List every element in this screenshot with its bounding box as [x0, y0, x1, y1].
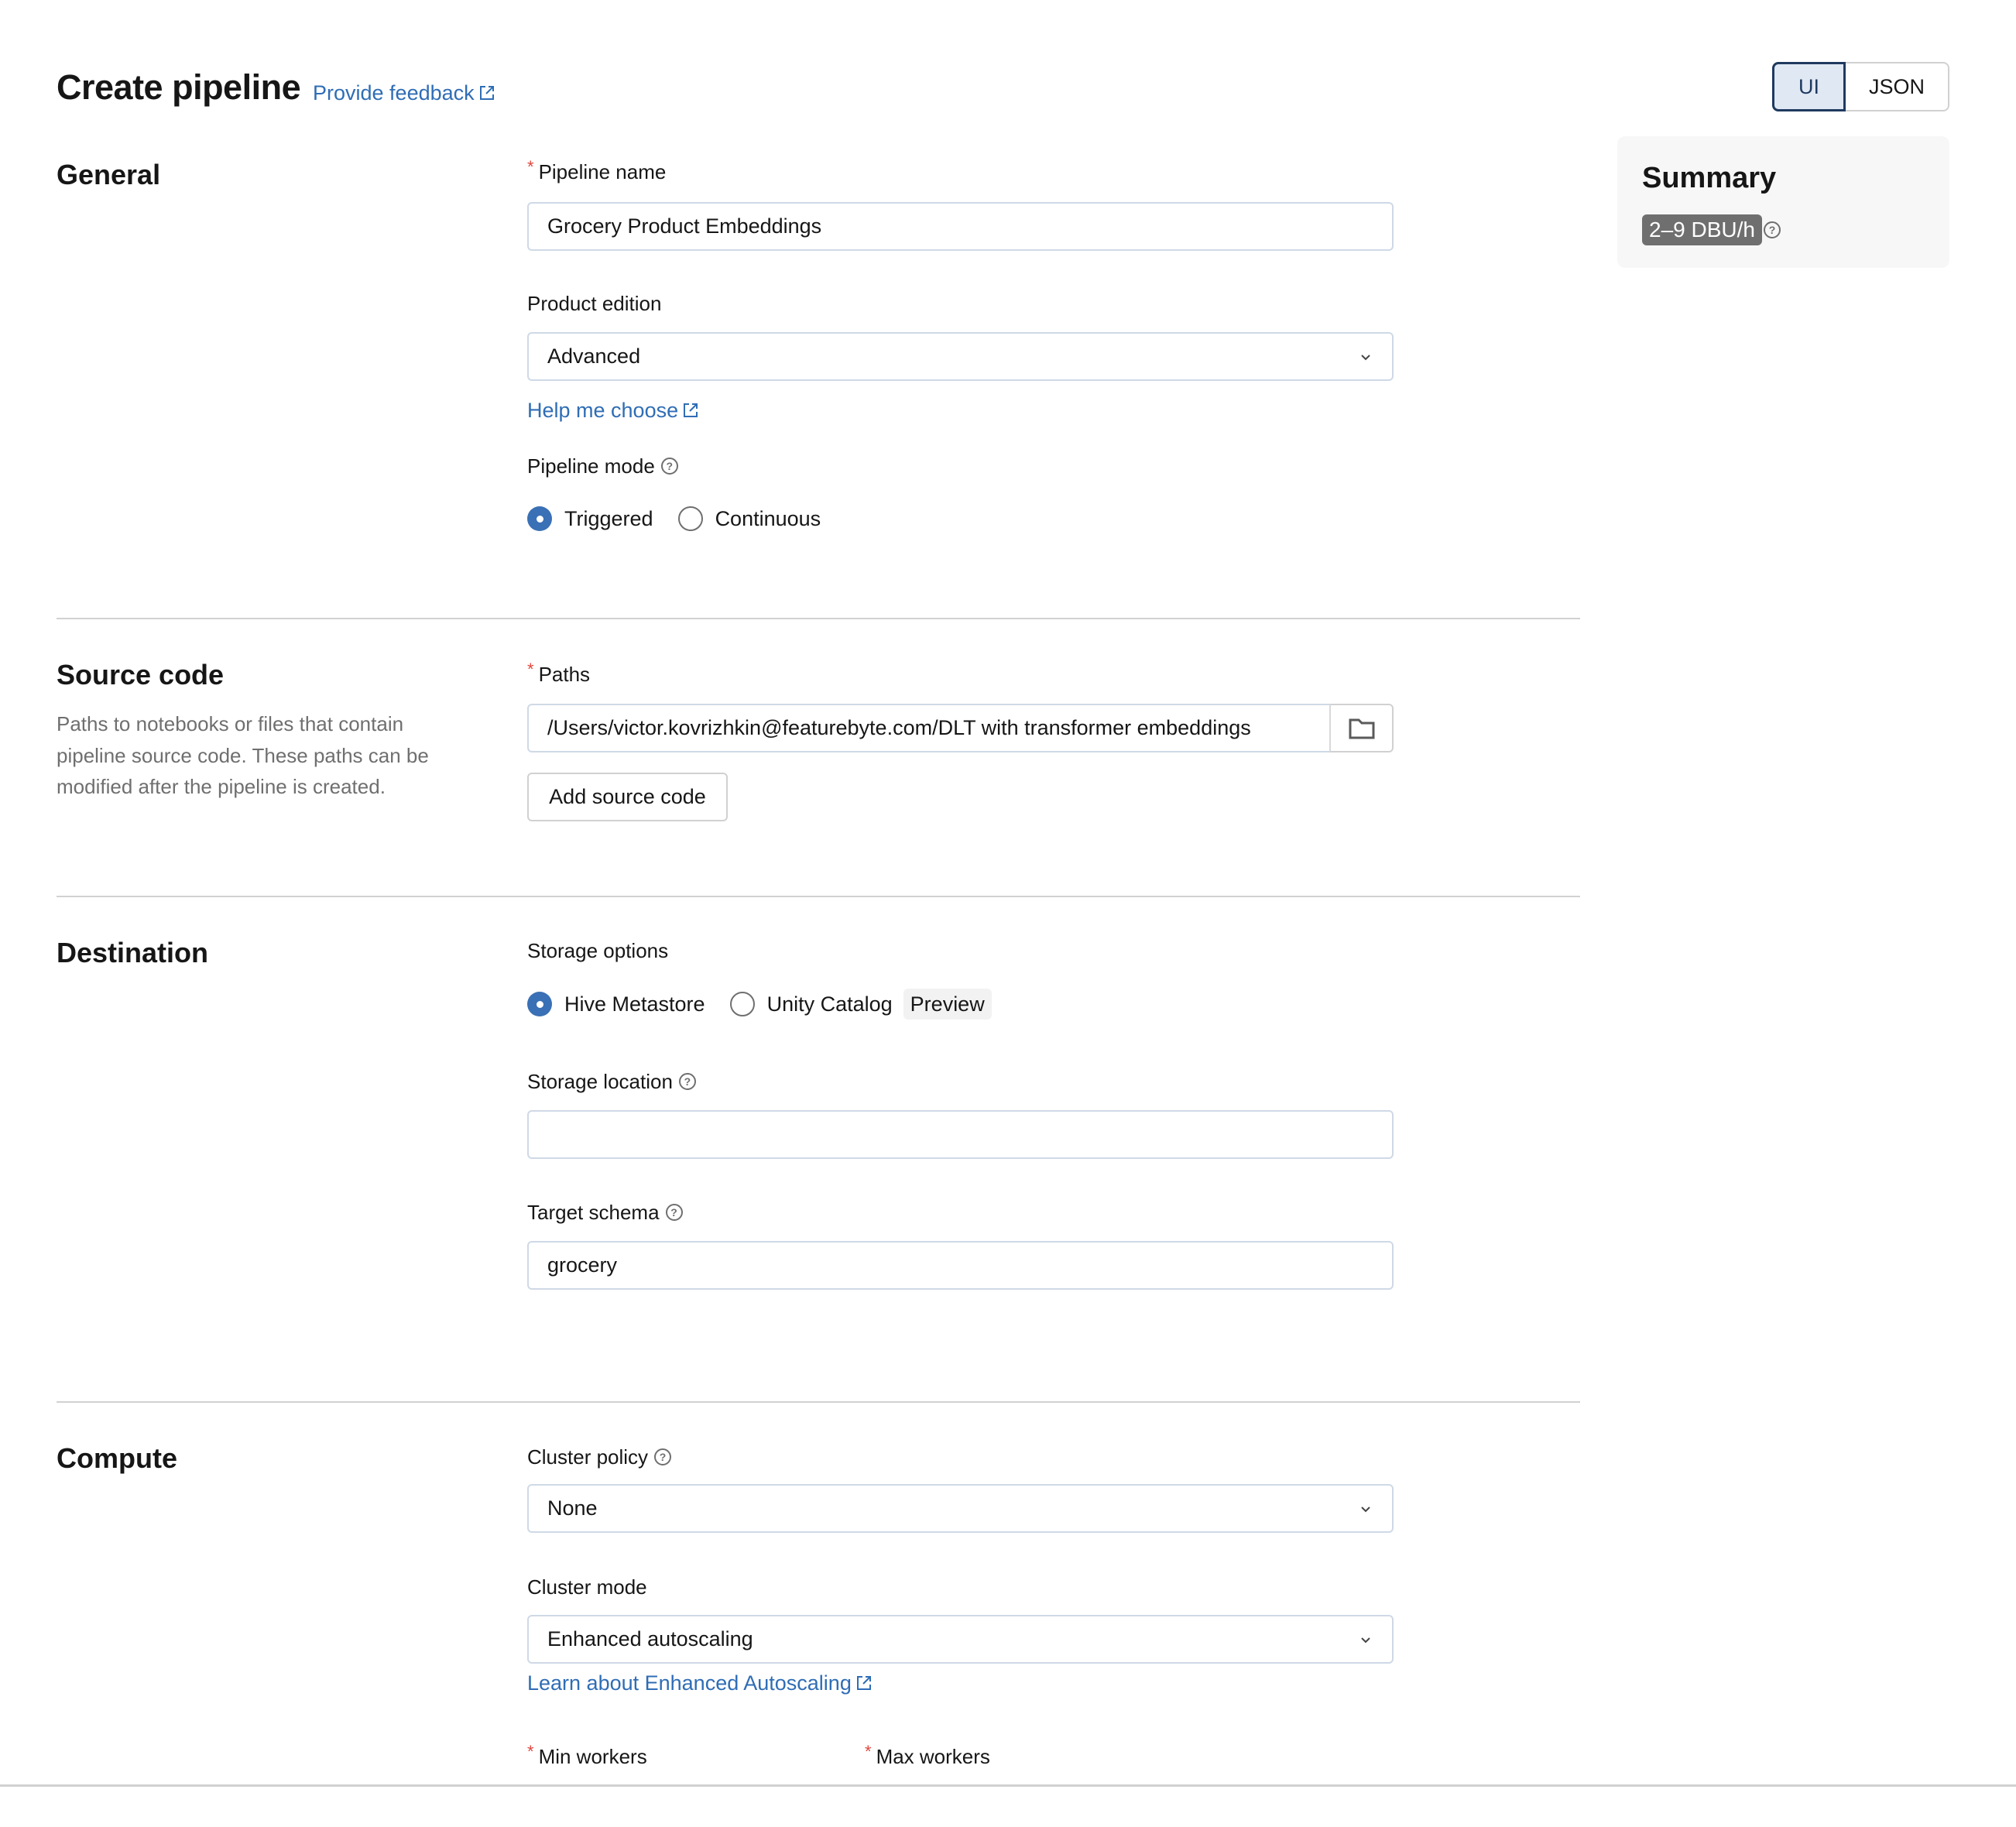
cluster-policy-value: None	[547, 1496, 598, 1520]
external-link-icon	[684, 403, 698, 417]
cluster-policy-label: Cluster policy ?	[527, 1444, 672, 1470]
radio-unity-catalog-label[interactable]: Unity Catalog	[767, 992, 893, 1016]
help-icon[interactable]: ?	[660, 458, 678, 475]
chevron-down-icon	[1361, 1637, 1370, 1643]
learn-enhanced-autoscaling-label: Learn about Enhanced Autoscaling	[527, 1671, 852, 1695]
paths-value: /Users/victor.kovrizhkin@featurebyte.com…	[547, 716, 1251, 739]
pipeline-name-label-text: Pipeline name	[538, 160, 667, 183]
target-schema-label: Target schema ?	[527, 1199, 683, 1225]
required-asterisk: *	[865, 1742, 872, 1761]
max-workers-label-text: Max workers	[876, 1745, 990, 1768]
required-asterisk: *	[527, 660, 534, 679]
max-workers-label: * Max workers	[865, 1742, 990, 1770]
section-heading-compute: Compute	[57, 1442, 177, 1474]
toggle-ui-button[interactable]: UI	[1772, 62, 1846, 111]
required-asterisk: *	[527, 157, 534, 177]
target-schema-value: grocery	[547, 1253, 618, 1277]
summary-card: Summary 2–9 DBU/h ?	[1617, 136, 1949, 268]
help-icon[interactable]: ?	[1764, 221, 1781, 238]
learn-enhanced-autoscaling-link[interactable]: Learn about Enhanced Autoscaling	[527, 1670, 873, 1696]
section-heading-general: General	[57, 159, 161, 190]
radio-continuous-label[interactable]: Continuous	[715, 507, 821, 531]
paths-input[interactable]: /Users/victor.kovrizhkin@featurebyte.com…	[527, 704, 1331, 752]
section-heading-source-code: Source code	[57, 659, 225, 691]
pipeline-name-input[interactable]: Grocery Product Embeddings	[527, 202, 1394, 251]
pipeline-name-label: * Pipeline name	[527, 157, 667, 185]
storage-options-radio-group: Hive Metastore Unity Catalog Preview	[527, 989, 992, 1020]
help-icon[interactable]: ?	[665, 1204, 683, 1221]
browse-folder-button[interactable]	[1329, 704, 1394, 752]
cluster-mode-label-text: Cluster mode	[527, 1575, 647, 1599]
min-workers-label-text: Min workers	[538, 1745, 647, 1768]
paths-label: * Paths	[527, 660, 591, 687]
add-source-code-button[interactable]: Add source code	[527, 773, 728, 821]
cluster-mode-label: Cluster mode	[527, 1574, 647, 1600]
section-divider	[57, 1401, 1580, 1403]
provide-feedback-label: Provide feedback	[313, 81, 475, 105]
page-title: Create pipeline	[57, 67, 301, 107]
dbu-estimate-badge: 2–9 DBU/h	[1642, 214, 1762, 245]
view-toggle: UI JSON	[1772, 62, 1949, 111]
product-edition-select[interactable]: Advanced	[527, 332, 1394, 381]
help-icon[interactable]: ?	[654, 1448, 672, 1465]
product-edition-value: Advanced	[547, 344, 641, 368]
toggle-json-button[interactable]: JSON	[1846, 63, 1948, 110]
footer-divider	[0, 1784, 2016, 1787]
radio-unity-catalog[interactable]	[729, 992, 755, 1016]
source-code-description: Paths to notebooks or files that contain…	[57, 712, 429, 798]
chevron-down-icon	[1361, 1506, 1370, 1512]
storage-location-label-text: Storage location	[527, 1070, 673, 1093]
required-asterisk: *	[527, 1742, 534, 1761]
cluster-mode-value: Enhanced autoscaling	[547, 1627, 753, 1650]
pipeline-name-value: Grocery Product Embeddings	[547, 214, 822, 238]
pipeline-mode-label-text: Pipeline mode	[527, 454, 655, 478]
radio-hive-metastore[interactable]	[527, 992, 552, 1016]
section-divider	[57, 618, 1580, 619]
help-icon[interactable]: ?	[678, 1073, 696, 1090]
cluster-policy-label-text: Cluster policy	[527, 1445, 649, 1469]
storage-options-label-text: Storage options	[527, 939, 669, 962]
cluster-mode-select[interactable]: Enhanced autoscaling	[527, 1615, 1394, 1664]
product-edition-label: Product edition	[527, 290, 661, 317]
product-edition-label-text: Product edition	[527, 292, 662, 315]
help-me-choose-link[interactable]: Help me choose	[527, 397, 700, 423]
pipeline-mode-label: Pipeline mode ?	[527, 453, 678, 479]
external-link-icon	[479, 86, 494, 100]
folder-icon	[1349, 718, 1374, 739]
chevron-down-icon	[1361, 354, 1370, 360]
section-heading-destination: Destination	[57, 937, 209, 968]
paths-label-text: Paths	[538, 663, 591, 686]
radio-triggered[interactable]	[527, 506, 552, 531]
summary-title: Summary	[1642, 162, 1777, 194]
radio-triggered-label[interactable]: Triggered	[564, 507, 653, 531]
storage-location-input[interactable]	[527, 1110, 1394, 1159]
cluster-policy-select[interactable]: None	[527, 1484, 1394, 1533]
target-schema-label-text: Target schema	[527, 1201, 660, 1224]
storage-options-label: Storage options	[527, 937, 668, 964]
help-me-choose-label: Help me choose	[527, 399, 679, 422]
target-schema-input[interactable]: grocery	[527, 1241, 1394, 1290]
external-link-icon	[856, 1676, 871, 1690]
storage-location-label: Storage location ?	[527, 1068, 696, 1095]
provide-feedback-link[interactable]: Provide feedback	[313, 80, 496, 106]
radio-hive-metastore-label[interactable]: Hive Metastore	[564, 992, 705, 1016]
pipeline-mode-radio-group: Triggered Continuous	[527, 503, 845, 534]
radio-continuous[interactable]	[677, 506, 703, 531]
section-divider	[57, 896, 1580, 897]
preview-badge: Preview	[903, 989, 992, 1020]
min-workers-label: * Min workers	[527, 1742, 647, 1770]
